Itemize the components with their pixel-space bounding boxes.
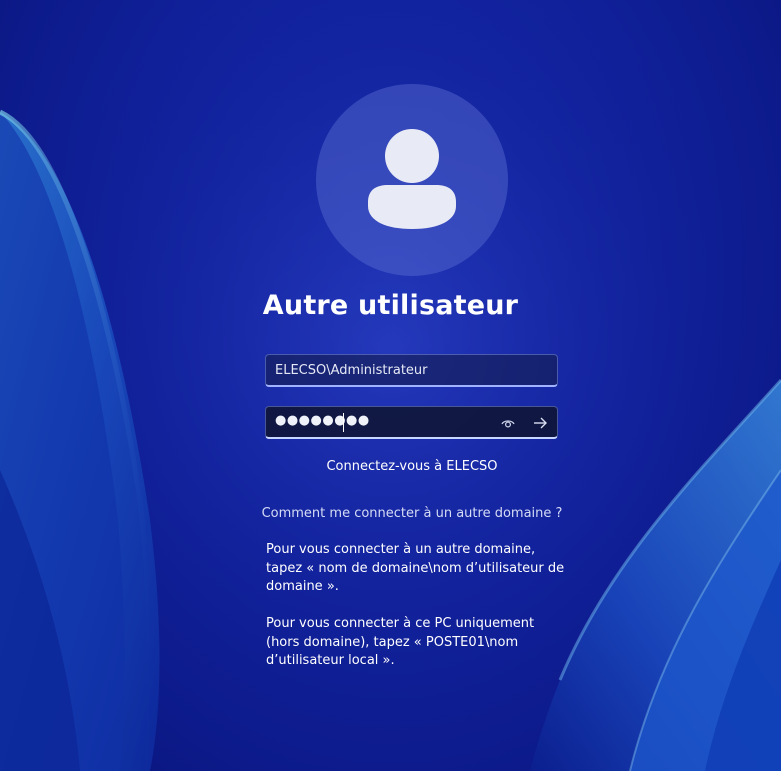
password-mask: ●●●●●●●●: [275, 413, 370, 428]
text-caret: [343, 413, 344, 432]
arrow-right-icon[interactable]: [529, 413, 551, 433]
lock-screen: Autre utilisateur ELECSO\Administrateur …: [0, 0, 781, 771]
password-field[interactable]: ●●●●●●●●: [265, 406, 558, 439]
user-name-title: Autre utilisateur: [262, 290, 519, 321]
local-help-text: Pour vous connecter à ce PC uniquement (…: [266, 616, 535, 668]
username-value: ELECSO\Administrateur: [275, 363, 428, 378]
sign-in-domain-label: Connectez-vous à ELECSO: [326, 459, 498, 474]
user-avatar-icon: [368, 129, 456, 229]
other-domain-help-link[interactable]: Comment me connecter à un autre domaine …: [0, 506, 781, 521]
eye-icon[interactable]: [497, 414, 519, 432]
username-field[interactable]: ELECSO\Administrateur: [265, 354, 558, 387]
user-avatar: [316, 84, 508, 276]
domain-help-text: Pour vous connecter à un autre domaine, …: [266, 542, 565, 594]
